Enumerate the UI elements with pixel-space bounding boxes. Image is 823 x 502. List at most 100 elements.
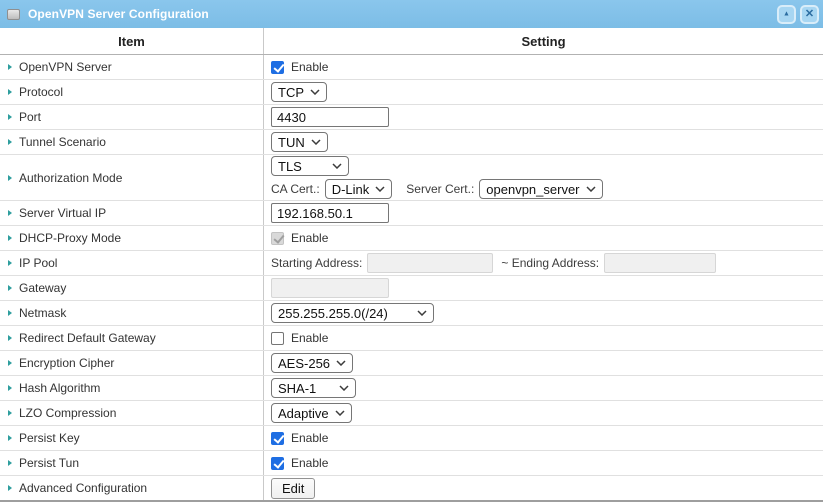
setting-cell-authorization-mode: TLS CA Cert.: D-Link Server Cert.: openvpn_s… xyxy=(263,155,823,200)
hash-algorithm-select-value: SHA-1 xyxy=(278,381,316,396)
item-cell-persist-key: Persist Key xyxy=(0,426,263,450)
setting-cell-netmask: 255.255.255.0(/24) xyxy=(263,301,823,325)
server-cert-select[interactable]: openvpn_server xyxy=(479,179,602,199)
ca-cert-label: CA Cert.: xyxy=(271,182,320,196)
gateway-input xyxy=(271,278,389,298)
item-cell-advanced-configuration: Advanced Configuration xyxy=(0,476,263,500)
setting-cell-openvpn-server: Enable xyxy=(263,55,823,79)
row-bullet-icon xyxy=(8,410,12,416)
netmask-select[interactable]: 255.255.255.0(/24) xyxy=(271,303,434,323)
hash-algorithm-select[interactable]: SHA-1 xyxy=(271,378,356,398)
tunnel-scenario-select[interactable]: TUN xyxy=(271,132,328,152)
window-titlebar: OpenVPN Server Configuration ▲ ✕ xyxy=(0,0,823,28)
setting-cell-tunnel-scenario: TUN xyxy=(263,130,823,154)
table-row-advanced-configuration: Advanced Configuration Edit xyxy=(0,476,823,500)
row-bullet-icon xyxy=(8,89,12,95)
netmask-select-value: 255.255.255.0(/24) xyxy=(278,306,388,321)
table-row-encryption-cipher: Encryption Cipher AES-256 xyxy=(0,351,823,376)
setting-cell-persist-tun: Enable xyxy=(263,451,823,475)
row-bullet-icon xyxy=(8,385,12,391)
dhcp-proxy-mode-label: DHCP-Proxy Mode xyxy=(19,231,121,245)
table-row-authorization-mode: Authorization Mode TLS CA Cert.: D-Link Serv… xyxy=(0,155,823,201)
row-bullet-icon xyxy=(8,175,12,181)
table-body: OpenVPN ServerEnableProtocolTCPPortTunne… xyxy=(0,55,823,500)
table-row-tunnel-scenario: Tunnel Scenario TUN xyxy=(0,130,823,155)
ca-cert-select[interactable]: D-Link xyxy=(325,179,393,199)
redirect-default-gateway-enable-checkbox[interactable] xyxy=(271,332,284,345)
persist-key-enable-checkbox[interactable] xyxy=(271,432,284,445)
item-cell-hash-algorithm: Hash Algorithm xyxy=(0,376,263,400)
lzo-compression-select[interactable]: Adaptive xyxy=(271,403,352,423)
openvpn-config-window: OpenVPN Server Configuration ▲ ✕ Item Se… xyxy=(0,0,823,502)
config-table: Item Setting OpenVPN ServerEnableProtoco… xyxy=(0,28,823,502)
row-bullet-icon xyxy=(8,235,12,241)
setting-cell-gateway xyxy=(263,276,823,300)
encryption-cipher-label: Encryption Cipher xyxy=(19,356,114,370)
advanced-configuration-button[interactable]: Edit xyxy=(271,478,315,499)
item-cell-server-virtual-ip: Server Virtual IP xyxy=(0,201,263,225)
item-cell-protocol: Protocol xyxy=(0,80,263,104)
item-cell-redirect-default-gateway: Redirect Default Gateway xyxy=(0,326,263,350)
item-cell-ip-pool: IP Pool xyxy=(0,251,263,275)
port-input[interactable] xyxy=(271,107,389,127)
window-icon xyxy=(7,9,20,20)
lzo-compression-select-value: Adaptive xyxy=(278,406,329,421)
dhcp-proxy-mode-enable-checkbox xyxy=(271,232,284,245)
item-cell-openvpn-server: OpenVPN Server xyxy=(0,55,263,79)
collapse-icon: ▲ xyxy=(783,10,790,17)
protocol-label: Protocol xyxy=(19,85,63,99)
authorization-mode-select[interactable]: TLS xyxy=(271,156,349,176)
chevron-down-icon xyxy=(586,186,596,192)
table-row-server-virtual-ip: Server Virtual IP xyxy=(0,201,823,226)
table-row-persist-key: Persist KeyEnable xyxy=(0,426,823,451)
close-button[interactable]: ✕ xyxy=(800,5,819,24)
setting-cell-protocol: TCP xyxy=(263,80,823,104)
setting-cell-encryption-cipher: AES-256 xyxy=(263,351,823,375)
row-bullet-icon xyxy=(8,139,12,145)
netmask-label: Netmask xyxy=(19,306,66,320)
item-cell-persist-tun: Persist Tun xyxy=(0,451,263,475)
close-icon: ✕ xyxy=(805,9,814,20)
starting-address-label: Starting Address: xyxy=(271,256,362,270)
chevron-down-icon xyxy=(335,410,345,416)
ca-cert-select-value: D-Link xyxy=(332,182,370,197)
table-row-redirect-default-gateway: Redirect Default Gateway Enable xyxy=(0,326,823,351)
lzo-compression-label: LZO Compression xyxy=(19,406,116,420)
table-row-persist-tun: Persist Tun Enable xyxy=(0,451,823,476)
chevron-down-icon xyxy=(336,360,346,366)
chevron-down-icon xyxy=(311,139,321,145)
chevron-down-icon xyxy=(339,385,349,391)
setting-cell-advanced-configuration: Edit xyxy=(263,476,823,500)
row-bullet-icon xyxy=(8,335,12,341)
item-cell-tunnel-scenario: Tunnel Scenario xyxy=(0,130,263,154)
advanced-configuration-label: Advanced Configuration xyxy=(19,481,147,495)
item-cell-authorization-mode: Authorization Mode xyxy=(0,155,263,200)
redirect-default-gateway-label: Redirect Default Gateway xyxy=(19,331,156,345)
authorization-mode-select-value: TLS xyxy=(278,159,302,174)
starting-address-input xyxy=(367,253,493,273)
server-virtual-ip-input[interactable] xyxy=(271,203,389,223)
item-cell-lzo-compression: LZO Compression xyxy=(0,401,263,425)
persist-tun-enable-checkbox[interactable] xyxy=(271,457,284,470)
encryption-cipher-select[interactable]: AES-256 xyxy=(271,353,353,373)
tunnel-scenario-label: Tunnel Scenario xyxy=(19,135,106,149)
row-bullet-icon xyxy=(8,285,12,291)
openvpn-server-enable-checkbox[interactable] xyxy=(271,61,284,74)
protocol-select[interactable]: TCP xyxy=(271,82,327,102)
row-bullet-icon xyxy=(8,485,12,491)
item-cell-port: Port xyxy=(0,105,263,129)
persist-tun-checkbox-label: Enable xyxy=(291,456,328,470)
auth-mode-line: TLS xyxy=(271,156,349,176)
setting-cell-redirect-default-gateway: Enable xyxy=(263,326,823,350)
row-bullet-icon xyxy=(8,360,12,366)
row-bullet-icon xyxy=(8,435,12,441)
hash-algorithm-label: Hash Algorithm xyxy=(19,381,100,395)
persist-tun-label: Persist Tun xyxy=(19,456,79,470)
tunnel-scenario-select-value: TUN xyxy=(278,135,305,150)
collapse-button[interactable]: ▲ xyxy=(777,5,796,24)
dhcp-proxy-mode-checkbox-label: Enable xyxy=(291,231,328,245)
server-cert-label: Server Cert.: xyxy=(406,182,474,196)
item-cell-encryption-cipher: Encryption Cipher xyxy=(0,351,263,375)
setting-cell-hash-algorithm: SHA-1 xyxy=(263,376,823,400)
table-row-gateway: Gateway xyxy=(0,276,823,301)
